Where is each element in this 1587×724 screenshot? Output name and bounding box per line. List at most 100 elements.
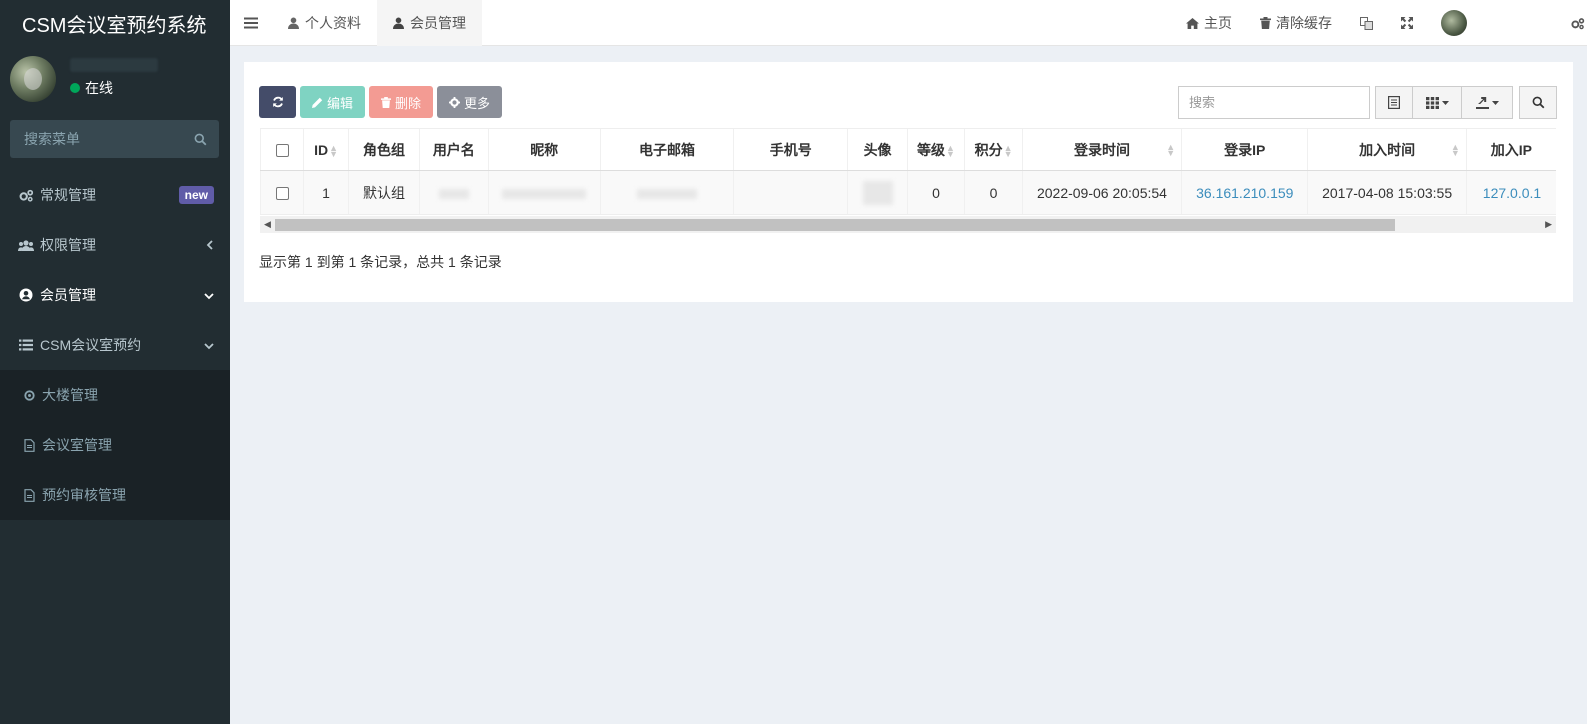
user-icon: [288, 17, 299, 29]
toggle-view-button[interactable]: [1375, 86, 1413, 119]
online-dot-icon: [70, 83, 80, 93]
advanced-search-button[interactable]: [1519, 86, 1557, 119]
search-icon[interactable]: [194, 133, 207, 146]
clear-cache-button[interactable]: 清除缓存: [1246, 0, 1346, 46]
home-icon: [1186, 17, 1199, 29]
app-logo[interactable]: CSM会议室预约系统: [0, 0, 230, 46]
more-label: 更多: [464, 95, 491, 111]
toolbar: 编辑 删除 更多: [259, 86, 503, 118]
group-icon: [18, 239, 34, 252]
col-header-level[interactable]: 等级▲ ▼: [906, 128, 965, 171]
list-icon: [18, 339, 34, 351]
sidebar-toggle-button[interactable]: [230, 0, 272, 46]
sort-icon: ▲ ▼: [1450, 141, 1460, 158]
hamburger-icon: [244, 17, 258, 28]
col-header-score[interactable]: 积分▲ ▼: [964, 128, 1023, 171]
sidebar-item-member[interactable]: 会员管理: [0, 270, 230, 320]
tab-label: 个人资料: [305, 14, 361, 31]
horizontal-scrollbar[interactable]: ◀ ▶: [260, 216, 1556, 233]
trash-icon: [1260, 17, 1271, 29]
search-input[interactable]: [1189, 95, 1359, 110]
chevron-left-icon: [206, 237, 214, 253]
username-blurred: [70, 58, 158, 72]
home-link[interactable]: 主页: [1172, 0, 1246, 46]
topbar: 个人资料 会员管理 主页 清除缓存: [230, 0, 1587, 46]
scrollbar-thumb[interactable]: [275, 219, 1395, 231]
sidebar-item-label: 权限管理: [40, 237, 96, 253]
table-search[interactable]: [1178, 86, 1370, 119]
status-label: 在线: [85, 80, 113, 96]
row-checkbox[interactable]: [275, 187, 289, 201]
caret-down-icon: [1441, 100, 1449, 105]
fullscreen-button[interactable]: [1387, 0, 1427, 46]
col-header-join-time[interactable]: 加入时间 ▲ ▼: [1307, 128, 1467, 171]
columns-toggle-button[interactable]: [1412, 86, 1462, 119]
blurred-value: [438, 188, 469, 199]
cell-join-time: 2017-04-08 15:03:55: [1307, 170, 1467, 215]
caret-down-icon: [1491, 100, 1499, 105]
submenu-csm: 大楼管理 会议室管理 预约审核管理: [0, 370, 230, 520]
delete-button[interactable]: 删除: [369, 86, 434, 118]
sort-icon: ▲ ▼: [1003, 142, 1013, 159]
sidebar-item-csm-booking[interactable]: CSM会议室预约: [0, 320, 230, 370]
pagination-info: 显示第 1 到第 1 条记录，总共 1 条记录: [259, 254, 502, 270]
sort-icon: ▲ ▼: [1166, 141, 1176, 158]
cell-username: [419, 170, 489, 215]
submenu-item-building[interactable]: 大楼管理: [0, 370, 230, 420]
expand-icon: [1401, 17, 1413, 29]
cell-nickname: [487, 170, 601, 215]
clear-cache-label: 清除缓存: [1276, 15, 1332, 31]
sidebar-search-input[interactable]: [24, 131, 174, 147]
scroll-left-icon[interactable]: ◀: [264, 219, 271, 230]
more-button[interactable]: 更多: [437, 86, 503, 118]
settings-button[interactable]: [1565, 0, 1587, 46]
sidebar-menu: 常规管理 new 权限管理 会员管理 CSM会议室预约 大楼管理 会议室管理 预…: [0, 170, 230, 520]
sidebar-item-label: 常规管理: [40, 187, 96, 203]
user-menu[interactable]: [1427, 0, 1587, 46]
user-avatar: [10, 56, 56, 102]
select-all-checkbox[interactable]: [275, 144, 289, 158]
col-header-mobile: 手机号: [733, 128, 848, 171]
col-header-email: 电子邮箱: [599, 128, 734, 171]
col-header-id[interactable]: ID▲ ▼: [303, 128, 349, 171]
search-icon: [1532, 96, 1544, 109]
col-header-nickname: 昵称: [487, 128, 601, 171]
sidebar-search[interactable]: [10, 120, 219, 158]
submenu-item-meeting-room[interactable]: 会议室管理: [0, 420, 230, 470]
col-header-login-time[interactable]: 登录时间 ▲ ▼: [1021, 128, 1182, 171]
circle-icon: [22, 389, 36, 401]
col-header-avatar: 头像: [847, 128, 908, 171]
refresh-button[interactable]: [259, 86, 296, 118]
sort-icon: ▲ ▼: [329, 142, 339, 159]
home-label: 主页: [1204, 15, 1232, 31]
sidebar-item-general[interactable]: 常规管理 new: [0, 170, 230, 220]
blurred-value: [502, 188, 587, 199]
export-button[interactable]: [1461, 86, 1513, 119]
cell-join-ip[interactable]: 127.0.0.1: [1465, 170, 1556, 215]
cell-score: 0: [964, 170, 1023, 215]
tab-member-management[interactable]: 会员管理: [377, 0, 482, 46]
gear-icon: [449, 96, 461, 108]
scroll-right-icon[interactable]: ▶: [1545, 219, 1552, 230]
cell-login-ip[interactable]: 36.161.210.159: [1181, 170, 1308, 215]
submenu-item-booking-review[interactable]: 预约审核管理: [0, 470, 230, 520]
translate-icon: [1360, 16, 1373, 30]
sidebar-item-permission[interactable]: 权限管理: [0, 220, 230, 270]
tab-profile[interactable]: 个人资料: [272, 0, 377, 46]
user-panel: 在线: [0, 46, 230, 110]
edit-button[interactable]: 编辑: [300, 86, 366, 118]
language-button[interactable]: [1346, 0, 1387, 46]
col-header-join-ip: 加入IP: [1465, 128, 1556, 171]
trash-icon: [381, 96, 392, 108]
cell-id: 1: [303, 170, 349, 215]
avatar: [1441, 10, 1467, 36]
edit-label: 编辑: [327, 95, 354, 111]
sidebar-item-label: CSM会议室预约: [40, 337, 142, 353]
sidebar: CSM会议室预约系统 在线 常规管理 new 权限管理 会员管理 CSM会议室预…: [0, 0, 230, 724]
submenu-item-label: 预约审核管理: [42, 487, 126, 503]
export-icon: [1475, 96, 1489, 109]
select-all-cell: [260, 128, 304, 171]
app-title: CSM会议室预约系统: [22, 14, 207, 37]
user-icon: [393, 17, 404, 29]
table-row[interactable]: 1 默认组 0 0 2022-09-06 20:05:54 36.161.210…: [260, 170, 1556, 215]
